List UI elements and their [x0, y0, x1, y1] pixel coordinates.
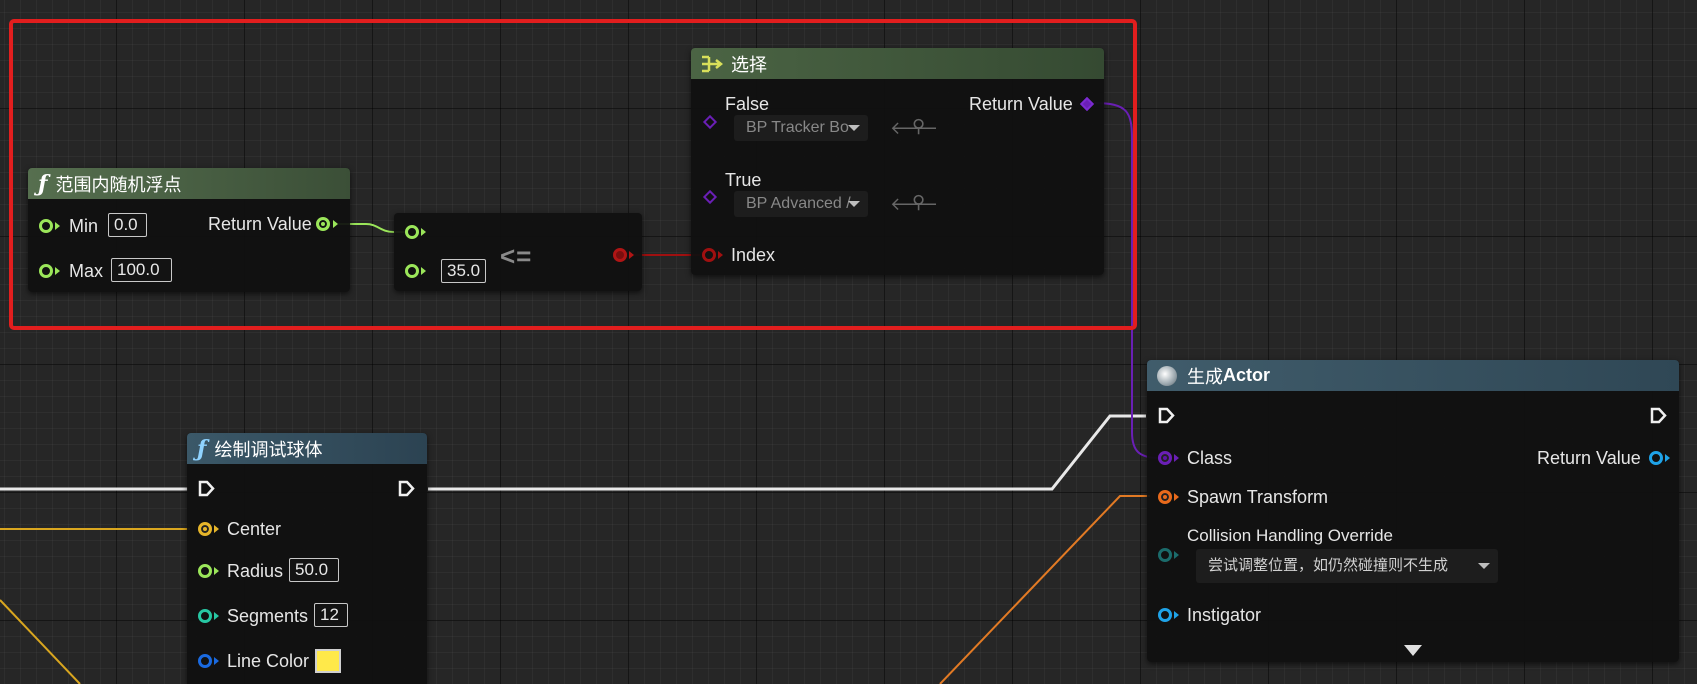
center-pin-arrow: [214, 525, 219, 533]
line-color-label: Line Color: [227, 651, 310, 671]
select-icon: [701, 55, 724, 73]
collision-label: Collision Handling Override: [1187, 526, 1393, 545]
browse-icon[interactable]: ⚲: [912, 192, 925, 213]
collision-value: 尝试调整位置，如仍然碰撞则不生成: [1208, 557, 1449, 574]
dropdown-caret-icon: [1478, 563, 1490, 569]
radius-label: Radius: [227, 561, 284, 581]
compare-b-value-field[interactable]: 35.0: [441, 259, 486, 283]
center-label: Center: [227, 519, 282, 539]
class-pin[interactable]: [1158, 451, 1172, 465]
draw-sphere-title: 绘制调试球体: [214, 439, 323, 460]
min-pin-arrow: [55, 222, 60, 230]
exec-out-pin[interactable]: [1650, 407, 1667, 424]
radius-value-field[interactable]: 50.0: [289, 558, 339, 582]
select-return-label: Return Value: [969, 94, 1073, 114]
false-class-dropdown[interactable]: BP Tracker Bo: [734, 115, 868, 141]
spawn-transform-pin[interactable]: [1158, 490, 1172, 504]
max-pin-arrow: [55, 267, 60, 275]
compare-return-arrow: [629, 251, 634, 259]
select-node[interactable]: 选择 False BP Tracker Bo 🡐 ⚲ True BP Advan…: [691, 48, 1104, 275]
compare-node[interactable]: 35.0 <=: [394, 213, 642, 291]
select-header[interactable]: 选择: [691, 48, 1104, 79]
class-label: Class: [1187, 448, 1233, 468]
min-value-field[interactable]: 0.0: [108, 213, 147, 237]
exec-in-pin[interactable]: [1158, 407, 1175, 424]
compare-a-arrow: [421, 228, 426, 236]
center-pin[interactable]: [198, 522, 212, 536]
collision-pin[interactable]: [1158, 548, 1172, 562]
instigator-pin[interactable]: [1158, 608, 1172, 622]
function-icon: ƒ: [38, 170, 48, 197]
compare-b-pin[interactable]: [405, 264, 419, 278]
dropdown-caret-icon: [848, 125, 860, 131]
exec-in-pin[interactable]: [198, 480, 215, 497]
index-pin-arrow: [718, 251, 723, 259]
draw-sphere-header[interactable]: ƒ 绘制调试球体: [187, 433, 427, 464]
line-color-swatch[interactable]: [315, 649, 341, 673]
random-float-title: 范围内随机浮点: [55, 174, 182, 195]
spawn-actor-header[interactable]: 生成 Actor: [1147, 360, 1679, 391]
random-float-return-arrow: [333, 220, 338, 228]
spawn-actor-node[interactable]: 生成 Actor Class Return Value Spawn Transfo…: [1147, 360, 1679, 662]
random-float-node[interactable]: ƒ 范围内随机浮点 Min 0.0 Max 100.0 Return Value: [28, 168, 350, 292]
instigator-pin-arrow: [1174, 611, 1179, 619]
select-title: 选择: [731, 54, 767, 75]
true-class-value: BP Advanced /: [746, 195, 851, 212]
max-value-field[interactable]: 100.0: [111, 258, 172, 282]
false-class-value: BP Tracker Bo: [746, 119, 849, 136]
false-pin[interactable]: [702, 114, 718, 130]
spawn-return-arrow: [1665, 454, 1670, 462]
struct-wire-transform: [939, 495, 1150, 684]
line-color-pin[interactable]: [198, 654, 212, 668]
random-float-return-pin[interactable]: [316, 217, 330, 231]
min-pin[interactable]: [39, 219, 53, 233]
spawn-transform-arrow: [1174, 493, 1179, 501]
vector-wire-diagonal: [0, 599, 81, 684]
true-class-dropdown[interactable]: BP Advanced /: [734, 191, 868, 217]
collision-pin-arrow: [1174, 551, 1179, 559]
index-label: Index: [731, 245, 776, 265]
class-pin-arrow: [1174, 454, 1179, 462]
false-label: False: [725, 94, 770, 114]
exec-wire-sphere-to-spawn: [428, 414, 1146, 491]
browse-icon[interactable]: ⚲: [912, 116, 925, 137]
expand-arrow-icon[interactable]: [1404, 645, 1422, 656]
radius-pin[interactable]: [198, 564, 212, 578]
max-pin[interactable]: [39, 264, 53, 278]
min-label: Min: [69, 216, 99, 236]
segments-value-field[interactable]: 12: [314, 603, 348, 627]
spawn-transform-label: Spawn Transform: [1187, 487, 1329, 507]
random-float-header[interactable]: ƒ 范围内随机浮点: [28, 168, 350, 199]
exec-out-pin[interactable]: [398, 480, 415, 497]
select-return-pin[interactable]: [1079, 96, 1095, 112]
index-pin[interactable]: [702, 248, 716, 262]
true-pin[interactable]: [702, 189, 718, 205]
segments-label: Segments: [227, 606, 309, 626]
max-label: Max: [69, 261, 104, 281]
compare-return-pin[interactable]: [613, 248, 627, 262]
collision-dropdown[interactable]: 尝试调整位置，如仍然碰撞则不生成: [1196, 549, 1498, 583]
spawn-return-label: Return Value: [1537, 448, 1641, 468]
compare-b-arrow: [421, 267, 426, 275]
instigator-label: Instigator: [1187, 605, 1262, 625]
function-icon: ƒ: [197, 435, 207, 462]
segments-pin[interactable]: [198, 609, 212, 623]
dropdown-caret-icon: [848, 201, 860, 207]
spawn-actor-title-prefix: 生成: [1187, 366, 1223, 387]
spawn-icon: [1157, 365, 1177, 386]
random-float-return-label: Return Value: [208, 214, 312, 234]
spawn-return-pin[interactable]: [1649, 451, 1663, 465]
spawn-actor-title-bold: Actor: [1223, 365, 1271, 385]
draw-sphere-node[interactable]: ƒ 绘制调试球体 Center Radius 50.0 Segments 12 …: [187, 433, 427, 684]
segments-pin-arrow: [214, 612, 219, 620]
compare-a-pin[interactable]: [405, 225, 419, 239]
compare-operator: <=: [500, 241, 533, 271]
line-color-pin-arrow: [214, 657, 219, 665]
true-label: True: [725, 170, 762, 190]
radius-pin-arrow: [214, 567, 219, 575]
